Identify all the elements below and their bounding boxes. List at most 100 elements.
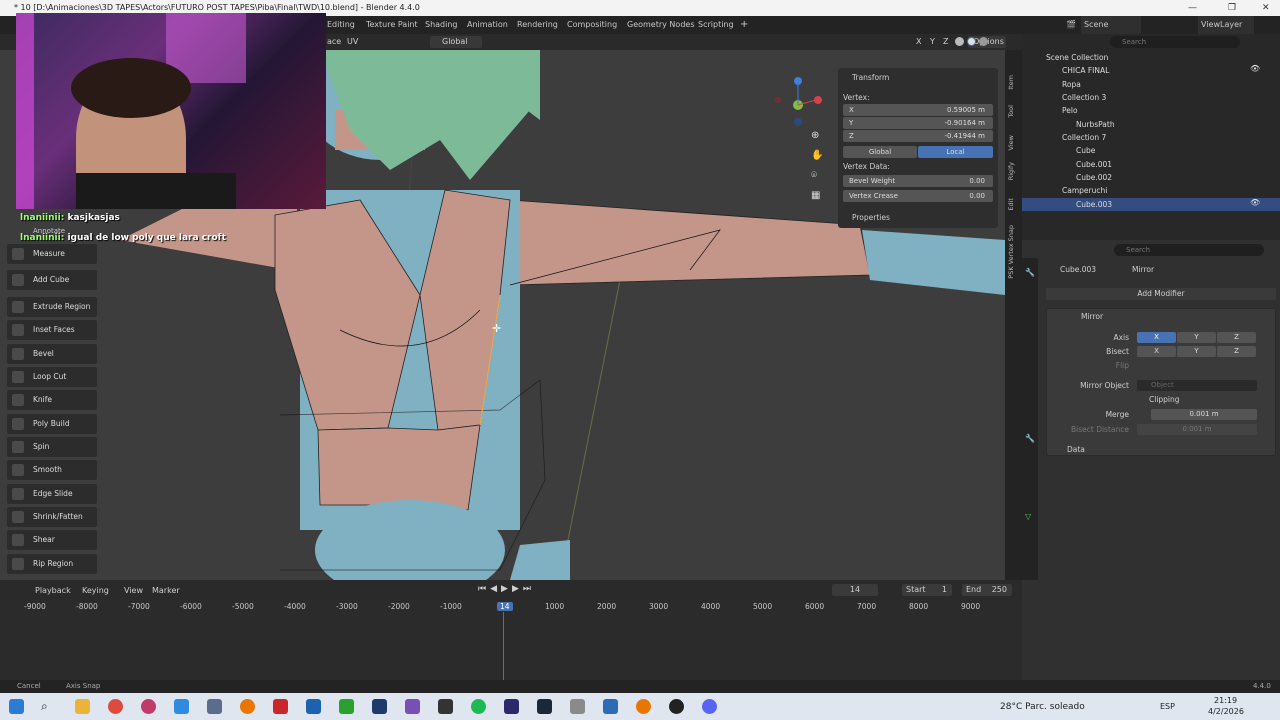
orientation-dropdown[interactable]: Global [430,36,482,48]
grid-icon[interactable]: ▦ [811,190,820,201]
pan-hand-icon[interactable]: ✋ [811,150,823,161]
tool-bevel[interactable]: Bevel [7,344,97,364]
vertex-y-field[interactable]: Y -0.90164 m [843,117,993,129]
outliner-row-selected[interactable]: Cube.003 [1022,198,1280,211]
bisect-y-toggle[interactable]: Y [1177,346,1216,357]
clipping-checkbox[interactable]: Clipping [1149,395,1180,404]
outliner-row[interactable]: Ropa [1022,78,1280,91]
file-explorer-icon[interactable] [75,699,90,714]
tab-shading[interactable]: Shading [425,16,458,34]
current-frame-field[interactable]: 14 [832,584,878,596]
outliner-search[interactable]: Search [1110,36,1240,48]
merge-distance-field[interactable]: 0.001 m [1151,409,1257,420]
modifier-props-icon[interactable]: 🔧 [1025,434,1035,443]
axis-x-toggle[interactable]: X [1137,332,1176,343]
tab-compositing[interactable]: Compositing [567,16,617,34]
blender-active-icon[interactable] [636,699,651,714]
app-icon[interactable] [570,699,585,714]
bisect-z-toggle[interactable]: Z [1217,346,1256,357]
camera-icon[interactable]: ⌾ [811,170,817,181]
outliner-row[interactable]: Collection 3 [1022,91,1280,104]
modifier-name[interactable]: Mirror [1081,312,1103,321]
language-indicator[interactable]: ESP [1160,702,1175,711]
local-toggle[interactable]: Local [918,146,993,158]
outliner-row[interactable]: Cube.001 [1022,158,1280,171]
tool-shear[interactable]: Shear [7,530,97,550]
outliner-row[interactable]: Pelo [1022,104,1280,117]
tool-props-icon[interactable]: 🔧 [1025,268,1035,277]
app-icon[interactable] [306,699,321,714]
vertex-x-field[interactable]: X 0.59005 m [843,104,993,116]
windows-start-icon[interactable] [9,699,24,714]
tab-tool[interactable]: Tool [1007,105,1019,118]
tab-rendering[interactable]: Rendering [517,16,558,34]
marker-menu[interactable]: Marker [152,586,180,595]
playback-controls[interactable]: ⏮◀▶▶⏭ [478,584,535,594]
tool-poly-build[interactable]: Poly Build [7,414,97,434]
tab-texture-paint[interactable]: Texture Paint [366,16,418,34]
bisect-distance-field[interactable]: 0.001 m [1137,424,1257,435]
playhead-label[interactable]: 14 [497,602,513,611]
outliner-row[interactable]: Cube [1022,144,1280,157]
zoom-icon[interactable]: ⊕ [811,130,819,141]
axis-x[interactable]: X [916,37,921,46]
properties-search[interactable]: Search [1114,244,1264,256]
clock-date[interactable]: 4/2/2026 [1208,707,1244,716]
search-icon[interactable]: ⌕ [41,699,56,714]
keying-menu[interactable]: Keying [82,586,109,595]
global-toggle[interactable]: Global [843,146,917,158]
viewlayer-selector[interactable]: ViewLayer [1198,16,1254,34]
tool-edge-slide[interactable]: Edge Slide [7,484,97,504]
eye-icon[interactable]: 👁 [1250,198,1260,207]
start-frame-field[interactable]: Start 1 [902,584,952,596]
outliner-row[interactable]: Scene Collection [1022,51,1280,64]
spotify-icon[interactable] [471,699,486,714]
scene-selector[interactable]: Scene [1081,16,1141,34]
view-menu[interactable]: View [124,586,143,595]
minimize-icon[interactable]: — [1188,0,1197,16]
navigation-gizmo[interactable] [772,72,832,132]
axis-y-toggle[interactable]: Y [1177,332,1216,343]
tool-measure[interactable]: Measure [7,244,97,264]
tab-edit[interactable]: Edit [1007,198,1019,211]
data-props-icon[interactable]: ▽ [1025,512,1031,521]
bisect-x-toggle[interactable]: X [1137,346,1176,357]
tool-shrink-fatten[interactable]: Shrink/Fatten [7,507,97,527]
vertex-z-field[interactable]: Z -0.41944 m [843,130,993,142]
clock-time[interactable]: 21:19 [1214,696,1237,705]
face-menu[interactable]: ace [327,37,341,46]
tool-inset-faces[interactable]: Inset Faces [7,320,97,340]
app-icon[interactable] [372,699,387,714]
uv-menu[interactable]: UV [347,37,358,46]
tool-add-cube[interactable]: Add Cube [7,270,97,290]
tool-loop-cut[interactable]: Loop Cut [7,367,97,387]
steam-icon[interactable] [537,699,552,714]
discord-icon[interactable] [702,699,717,714]
end-frame-field[interactable]: End 250 [962,584,1012,596]
edge-icon[interactable] [174,699,189,714]
chrome-icon[interactable] [108,699,123,714]
shading-buttons[interactable] [950,37,1010,47]
add-modifier-button[interactable]: Add Modifier [1046,288,1276,300]
blender-icon[interactable] [240,699,255,714]
tab-item[interactable]: Item [1007,75,1019,90]
tool-knife[interactable]: Knife [7,390,97,410]
app-icon[interactable] [207,699,222,714]
app-icon[interactable] [405,699,420,714]
axis-y[interactable]: Y [930,37,935,46]
tab-psk-vertex-snap[interactable]: PSK Vertex Snap [1007,225,1019,279]
maximize-icon[interactable]: ❐ [1228,0,1236,16]
outliner-row[interactable]: NurbsPath [1022,118,1280,131]
eye-icon[interactable]: 👁 [1250,64,1260,73]
axis-z-toggle[interactable]: Z [1217,332,1256,343]
after-effects-icon[interactable] [504,699,519,714]
tab-animation[interactable]: Animation [467,16,508,34]
tool-extrude-region[interactable]: Extrude Region [7,297,97,317]
obs-icon[interactable] [669,699,684,714]
app-icon[interactable] [438,699,453,714]
tab-editing[interactable]: Editing [327,16,355,34]
tab-geometry-nodes[interactable]: Geometry Nodes [627,16,694,34]
playback-menu[interactable]: Playback [35,586,71,595]
mirror-object-field[interactable]: Object [1137,380,1257,391]
vertex-crease-field[interactable]: Vertex Crease 0.00 [843,190,993,202]
